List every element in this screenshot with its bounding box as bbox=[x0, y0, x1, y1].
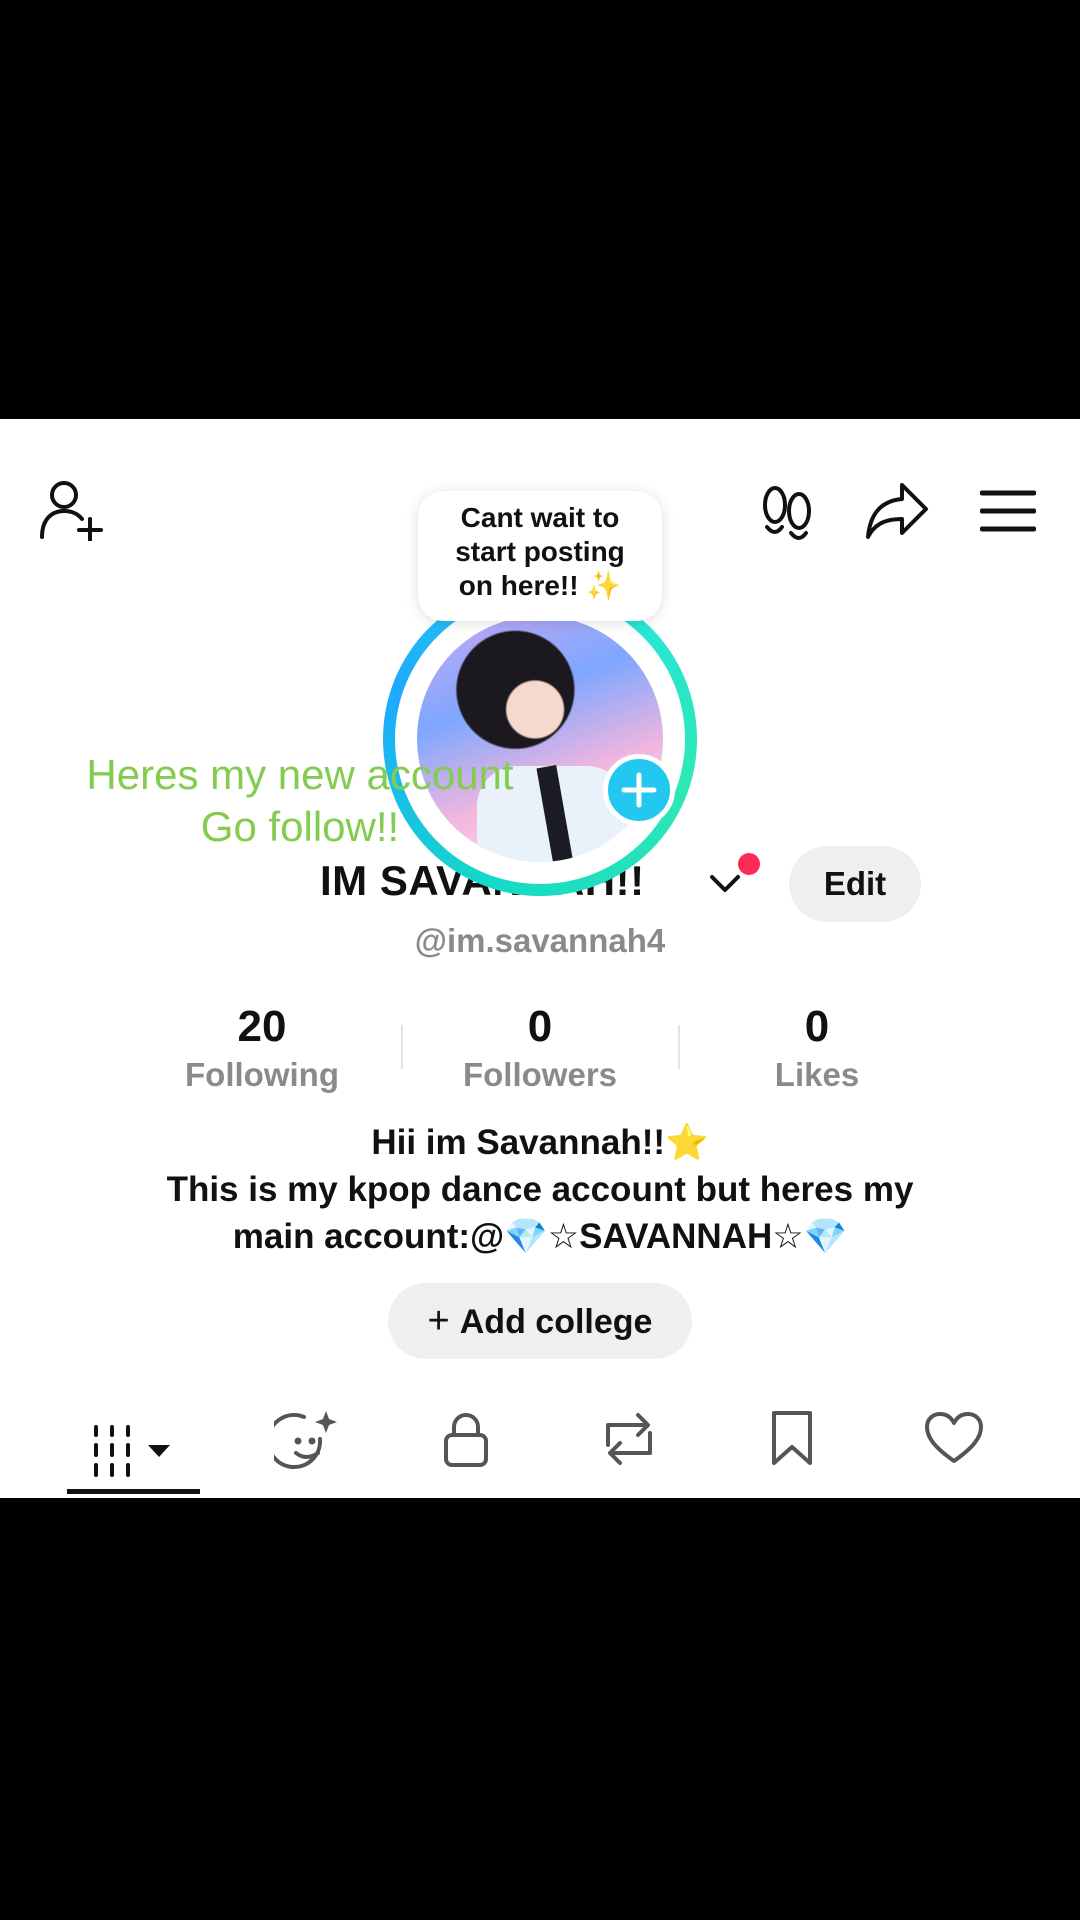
chevron-down-icon[interactable] bbox=[708, 872, 742, 896]
tab-videos[interactable] bbox=[64, 1379, 204, 1479]
footprints-icon[interactable] bbox=[760, 483, 814, 541]
sparkle-face-icon bbox=[274, 1409, 338, 1473]
stat-divider bbox=[401, 1025, 403, 1069]
add-college-label: Add college bbox=[459, 1302, 653, 1341]
grid-videos-icon bbox=[92, 1425, 182, 1477]
notification-dot bbox=[738, 853, 760, 875]
tab-private[interactable] bbox=[396, 1379, 536, 1479]
plus-icon: + bbox=[427, 1299, 450, 1342]
stat-label: Followers bbox=[462, 1056, 618, 1093]
tab-ai-self[interactable] bbox=[234, 1379, 374, 1479]
stat-divider bbox=[678, 1025, 680, 1069]
stat-value: 0 bbox=[527, 1002, 553, 1051]
stat-likes[interactable]: 0 Likes bbox=[707, 1001, 927, 1097]
stat-followers[interactable]: 0 Followers bbox=[430, 1001, 650, 1097]
stat-value: 0 bbox=[804, 1002, 830, 1051]
stat-following[interactable]: 20 Following bbox=[152, 1001, 372, 1097]
repost-icon bbox=[598, 1411, 660, 1467]
profile-note-bubble[interactable]: Cant wait to start posting on here!! ✨ bbox=[418, 491, 662, 621]
profile-panel: Cant wait to start posting on here!! ✨ H… bbox=[0, 419, 1080, 1498]
caption-line: Go follow!! bbox=[200, 803, 400, 850]
tab-liked[interactable] bbox=[886, 1379, 1026, 1479]
bio-line: main account:@💎☆SAVANNAH☆💎 bbox=[232, 1217, 848, 1256]
edit-profile-button[interactable]: Edit bbox=[789, 846, 921, 922]
tab-favorites[interactable] bbox=[724, 1379, 864, 1479]
hamburger-menu-icon[interactable] bbox=[980, 489, 1036, 533]
bio-line: This is my kpop dance account but heres … bbox=[166, 1170, 914, 1209]
add-college-button[interactable]: + Add college bbox=[388, 1283, 692, 1359]
lock-icon bbox=[442, 1409, 490, 1469]
note-line: on here!! ✨ bbox=[458, 570, 622, 601]
person-plus-icon[interactable] bbox=[38, 479, 106, 541]
stat-label: Following bbox=[185, 1056, 339, 1093]
heart-icon bbox=[924, 1411, 984, 1465]
bio-line: Hii im Savannah!!⭐ bbox=[371, 1123, 709, 1162]
username: @im.savannah4 bbox=[414, 922, 666, 959]
plus-icon[interactable] bbox=[603, 754, 675, 826]
bookmark-icon bbox=[770, 1409, 814, 1467]
caption-line: Heres my new account bbox=[86, 751, 514, 798]
share-arrow-icon[interactable] bbox=[864, 481, 930, 541]
stat-label: Likes bbox=[774, 1056, 860, 1093]
stat-value: 20 bbox=[237, 1002, 287, 1051]
note-line: start posting bbox=[455, 536, 625, 567]
bio: Hii im Savannah!!⭐ This is my kpop dance… bbox=[0, 1119, 1080, 1260]
overlay-caption: Heres my new account Go follow!! bbox=[40, 749, 560, 853]
note-line: Cant wait to bbox=[460, 502, 620, 533]
selected-tab-indicator bbox=[67, 1489, 200, 1494]
tab-reposts[interactable] bbox=[560, 1379, 700, 1479]
